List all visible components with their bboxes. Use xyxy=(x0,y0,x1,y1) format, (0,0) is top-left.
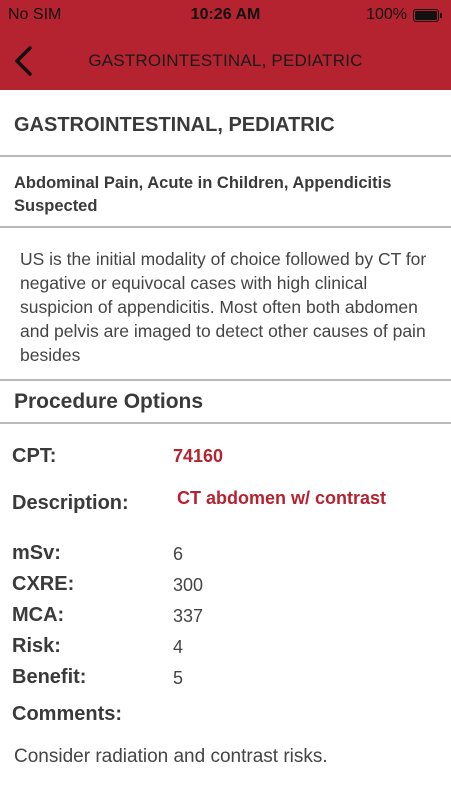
cxre-label: CXRE: xyxy=(12,573,75,595)
navigation-bar: GASTROINTESTINAL, PEDIATRIC xyxy=(0,32,451,90)
condition-title: Abdominal Pain, Acute in Children, Appen… xyxy=(14,174,392,215)
category-heading: GASTROINTESTINAL, PEDIATRIC xyxy=(14,114,335,136)
comments-label: Comments: xyxy=(12,703,123,725)
battery-percentage: 100% xyxy=(366,6,407,23)
condition-section: Abdominal Pain, Acute in Children, Appen… xyxy=(0,157,451,228)
benefit-value: 5 xyxy=(173,668,184,688)
cpt-label: CPT: xyxy=(12,445,57,467)
status-bar: No SIM 10:26 AM 100% xyxy=(0,0,451,32)
battery-icon xyxy=(413,9,442,22)
mca-value: 337 xyxy=(173,606,204,626)
cxre-value: 300 xyxy=(173,575,204,595)
procedure-options-title: Procedure Options xyxy=(14,390,204,413)
msv-label: mSv: xyxy=(12,542,61,564)
mca-label: MCA: xyxy=(12,604,65,626)
description-label: Description: xyxy=(12,492,129,514)
comments-text: Consider radiation and contrast risks. xyxy=(14,746,328,767)
description-text: US is the initial modality of choice fol… xyxy=(20,249,427,365)
cpt-value: 74160 xyxy=(173,446,224,466)
chevron-left-icon xyxy=(15,46,32,76)
description-value: CT abdomen w/ contrast xyxy=(177,488,387,508)
nav-title: GASTROINTESTINAL, PEDIATRIC xyxy=(88,51,363,70)
category-heading-section: GASTROINTESTINAL, PEDIATRIC xyxy=(0,90,451,157)
benefit-label: Benefit: xyxy=(12,666,87,688)
risk-label: Risk: xyxy=(12,635,61,657)
description-section: US is the initial modality of choice fol… xyxy=(0,228,451,381)
procedure-options-header: Procedure Options xyxy=(0,381,451,424)
risk-value: 4 xyxy=(173,637,184,657)
back-button[interactable] xyxy=(6,41,46,81)
msv-value: 6 xyxy=(173,544,184,564)
